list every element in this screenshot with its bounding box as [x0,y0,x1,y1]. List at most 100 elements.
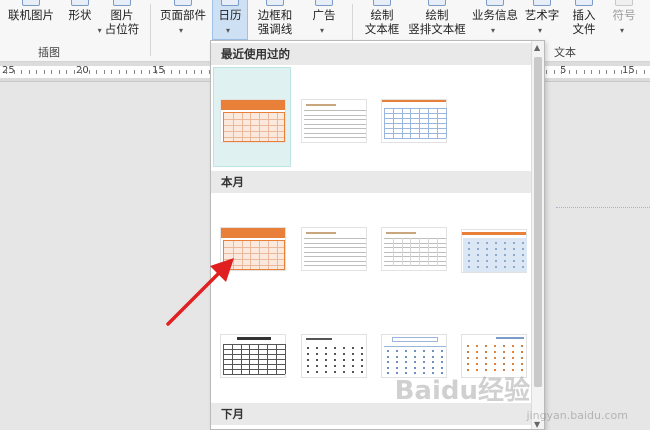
day-dot [361,359,363,361]
day-dot [387,350,389,352]
page-guide-line [556,207,650,208]
grid-line [392,108,394,138]
day-dot [494,357,496,359]
calendar-header-bar [382,100,446,102]
day-dot [414,366,416,369]
day-dot [522,266,524,268]
day-dot [361,347,363,349]
grid-line [304,119,366,120]
calendar-header-bar [462,232,526,235]
wordart-label: 艺术字 [524,8,560,22]
grid-line [436,108,438,138]
ruler-tick [21,70,22,74]
ruler-tick [141,70,142,74]
grid-line [241,113,243,141]
day-dot [521,357,523,359]
day-dot [387,372,389,374]
calendar-thumb-recent-2[interactable] [301,99,367,143]
shapes-button[interactable]: 形状 ▾ [62,0,102,48]
grid-line [241,241,243,269]
chevron-down-icon: ▾ [226,26,231,35]
day-dot [343,359,345,361]
grid-line [259,113,261,141]
day-dot [307,371,309,373]
calendar-thumb-month-4[interactable] [461,229,527,273]
day-dot [352,371,354,373]
watermark-brand: Baidu经验 [394,376,530,406]
grid-line [267,344,268,374]
day-dot [522,242,524,244]
picture-placeholder-button[interactable]: 图片 占位符 [102,0,142,48]
day-dot [468,242,470,244]
insert-file-button[interactable]: 插入 文件 [566,0,602,48]
day-dot [494,345,496,347]
calendar-icon [221,0,239,6]
day-dot [423,361,425,363]
calendar-thumb-recent-1[interactable] [220,99,286,143]
ruler-tick [126,70,127,74]
page-parts-label: 页面部件 [160,8,206,22]
day-dot [316,359,318,361]
picture-placeholder-label: 图片 占位符 [104,8,140,36]
day-dot [486,242,488,244]
day-dot [476,363,478,365]
ads-label: 广告 [312,8,336,22]
online-pictures-button[interactable]: 联机图片 [4,0,58,48]
scrollbar-thumb[interactable] [534,57,542,387]
day-dot [316,371,318,373]
calendar-gallery: 最近使用过的 本月 下月 ▲ ▼ Baidu经验 [210,40,545,430]
grid-line [401,238,403,266]
grid-line [284,344,286,374]
day-dot [513,260,515,262]
page-parts-button[interactable]: 页面部件 ▾ [156,0,210,48]
day-dot [512,351,514,353]
symbol-button[interactable]: 符号 ▾ [606,0,642,48]
grid-line [304,247,366,248]
ruler-tick [51,70,52,74]
ruler-tick [201,70,202,74]
chevron-down-icon: ▾ [538,26,543,35]
day-dot [485,363,487,365]
day-dot [432,350,434,352]
grid-line [268,113,269,141]
illustrations-group-label: 插图 [38,46,60,59]
calendar-button[interactable]: 日历 ▾ [212,0,248,40]
ruler-tick [621,70,622,74]
grid-line [223,374,285,375]
ruler-tick [583,70,585,74]
day-dot [477,266,479,268]
textbox-icon [373,0,391,6]
grid-line [384,108,385,138]
day-dot [396,361,398,363]
calendar-thumb-month-2[interactable] [301,227,367,271]
day-dot [387,355,389,358]
day-dot [307,365,309,367]
day-dot [441,350,443,352]
grid-line [304,132,366,134]
ruler-tick [36,70,37,74]
grid-line [304,251,366,253]
day-dot [387,366,389,369]
day-dot [441,355,443,358]
day-dot [521,363,523,365]
day-dot [396,366,398,369]
day-dot [504,248,506,250]
ruler-tick [591,70,592,74]
grid-line [410,108,412,138]
calendar-thumb-recent-3[interactable] [381,99,447,143]
day-dot [316,353,318,355]
day-dot [325,359,327,361]
ruler-tick [643,70,645,74]
gallery-scrollbar[interactable]: ▲ ▼ [531,41,544,429]
calendar-thumb-month-6[interactable] [301,334,367,378]
day-dot [504,260,506,262]
draw-textbox-label: 绘制 文本框 [364,8,400,36]
day-dot [405,366,407,369]
calendar-thumb-month-3[interactable] [381,227,447,271]
day-dot [361,371,363,373]
ruler-tick [553,70,555,74]
ruler-tick [561,70,562,74]
day-dot [343,347,345,349]
calendar-thumb-month-5[interactable] [220,334,286,378]
scroll-up-icon[interactable]: ▲ [534,43,540,52]
